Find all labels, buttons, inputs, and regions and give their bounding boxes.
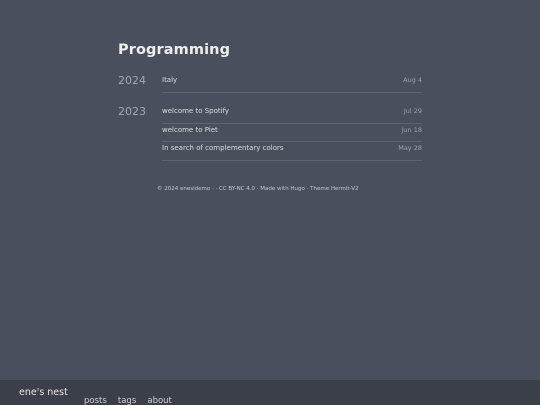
post-title-link[interactable]: welcome to Spotify	[162, 107, 229, 115]
post-item[interactable]: welcome to Spotify Jul 29	[162, 105, 422, 124]
page: Programming 2024 Italy Aug 4 2023 welcom…	[0, 0, 540, 405]
footer-text: © 2024 enesidemo · · CC BY-NC 4.0 · Made…	[157, 186, 359, 192]
post-title-link[interactable]: welcome to Piet	[162, 126, 218, 134]
site-title-link[interactable]: ene's nest	[19, 387, 68, 398]
post-date: Jun 18	[401, 125, 423, 134]
bottom-nav-bar: ene's nest posts tags about	[0, 380, 540, 405]
page-title: Programming	[118, 42, 231, 58]
nav-link-about[interactable]: about	[147, 396, 172, 405]
post-date: Aug 4	[403, 76, 422, 84]
post-title-link[interactable]: Italy	[162, 76, 177, 84]
main-nav: posts tags about	[84, 388, 178, 405]
post-title-link[interactable]: In search of complementary colors	[162, 144, 284, 152]
post-item[interactable]: Italy Aug 4	[162, 74, 422, 93]
post-item[interactable]: In search of complementary colors May 28	[162, 142, 422, 161]
post-list: Italy Aug 4	[162, 74, 422, 93]
year-label: 2024	[118, 74, 146, 87]
nav-link-tags[interactable]: tags	[118, 396, 136, 405]
year-label: 2023	[118, 105, 146, 118]
post-item[interactable]: welcome to Piet Jun 18	[162, 124, 423, 142]
post-list: welcome to Spotify Jul 29 welcome to Pie…	[162, 105, 422, 161]
post-date: Jul 29	[403, 107, 422, 115]
nav-link-posts[interactable]: posts	[84, 396, 107, 405]
post-date: May 28	[398, 144, 422, 152]
